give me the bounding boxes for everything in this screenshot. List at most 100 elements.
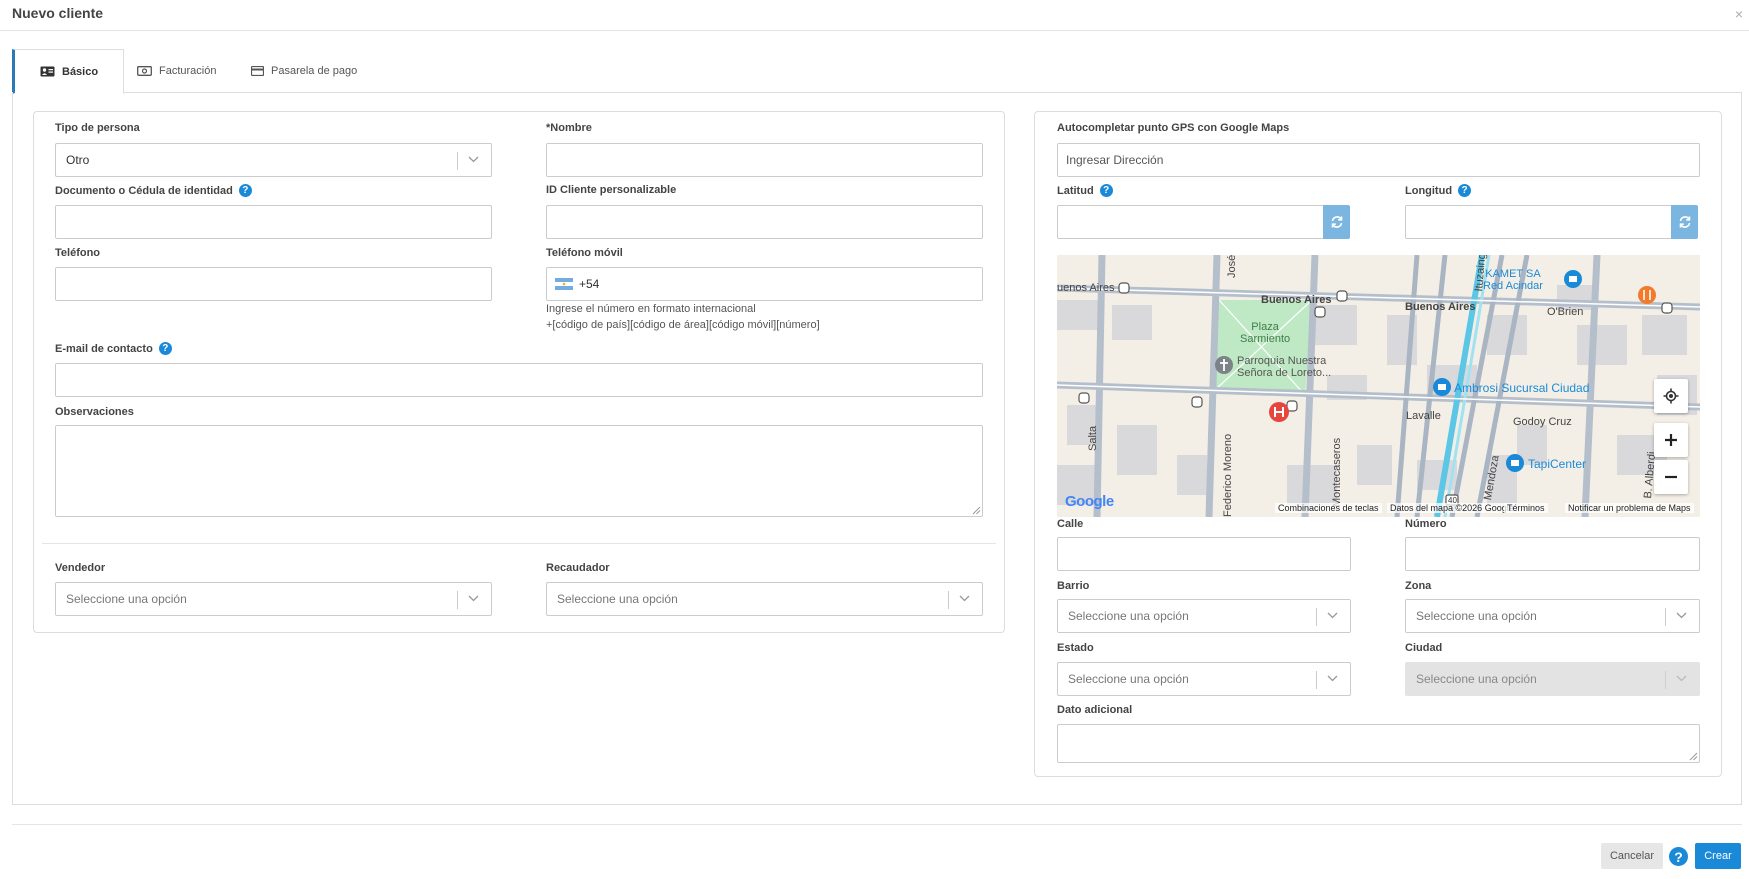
latitud-input[interactable] bbox=[1057, 205, 1325, 239]
gps-address-input[interactable]: Ingresar Dirección bbox=[1057, 143, 1700, 177]
money-icon bbox=[137, 66, 152, 76]
telefono-label: Teléfono bbox=[55, 247, 101, 259]
plus-icon bbox=[1665, 434, 1677, 446]
ciudad-select: Seleccione una opción bbox=[1405, 662, 1700, 696]
help-icon[interactable]: ? bbox=[1669, 847, 1688, 866]
barrio-label: Barrio bbox=[1057, 580, 1090, 592]
map-street-label: Godoy Cruz bbox=[1513, 416, 1572, 428]
resize-grip-icon[interactable] bbox=[1689, 752, 1698, 761]
latitud-refresh-button[interactable] bbox=[1323, 205, 1350, 239]
tab-label: Pasarela de pago bbox=[271, 65, 358, 77]
tab-basico[interactable]: Básico bbox=[12, 49, 125, 94]
id-card-icon bbox=[40, 66, 55, 77]
telefono-movil-label: Teléfono móvil bbox=[546, 247, 623, 259]
dato-adicional-textarea[interactable] bbox=[1057, 724, 1700, 763]
modal-header: Nuevo cliente × bbox=[0, 0, 1749, 31]
email-label: E-mail de contacto? bbox=[55, 342, 172, 355]
map-place-label: Parroquia Nuestra Señora de Loreto... bbox=[1237, 355, 1332, 379]
tipo-persona-label: Tipo de persona bbox=[55, 122, 140, 134]
map-data-attribution: Datos del mapa ©2026 Google bbox=[1387, 503, 1517, 513]
nombre-label: *Nombre bbox=[546, 122, 592, 134]
divider bbox=[42, 543, 996, 544]
numero-label: Número bbox=[1405, 518, 1447, 530]
my-location-button[interactable] bbox=[1654, 379, 1688, 413]
map-street-label: Buenos Aires bbox=[1261, 294, 1332, 306]
id-cliente-input[interactable] bbox=[546, 205, 983, 239]
help-icon[interactable]: ? bbox=[238, 184, 252, 197]
chevron-down-icon bbox=[1676, 675, 1687, 682]
map-street-label: Salta bbox=[1087, 425, 1099, 451]
tab-label: Facturación bbox=[159, 65, 217, 77]
chevron-down-icon bbox=[468, 156, 479, 163]
telefono-movil-hint: Ingrese el número en formato internacion… bbox=[546, 303, 820, 331]
documento-label: Documento o Cédula de identidad? bbox=[55, 184, 252, 197]
create-button[interactable]: Crear bbox=[1695, 843, 1741, 869]
credit-card-icon bbox=[251, 66, 264, 76]
recaudador-select[interactable]: Seleccione una opción bbox=[546, 582, 983, 616]
google-logo: Google bbox=[1065, 493, 1114, 510]
map-place-label: Plaza Sarmiento bbox=[1240, 321, 1291, 345]
recaudador-label: Recaudador bbox=[546, 562, 610, 574]
map-canvas[interactable] bbox=[1057, 255, 1700, 517]
help-icon[interactable]: ? bbox=[1099, 184, 1113, 197]
tab-facturacion[interactable]: Facturación bbox=[112, 49, 241, 93]
terms-link[interactable]: Términos bbox=[1504, 503, 1548, 513]
telefono-movil-input[interactable]: +54 bbox=[546, 267, 983, 301]
map-street-label: Buenos Aires bbox=[1405, 301, 1476, 313]
longitud-input[interactable] bbox=[1405, 205, 1673, 239]
map-street-label: Lavalle bbox=[1406, 410, 1441, 422]
footer-divider bbox=[12, 824, 1742, 825]
estado-select[interactable]: Seleccione una opción bbox=[1057, 662, 1351, 696]
resize-grip-icon[interactable] bbox=[972, 506, 981, 515]
dato-adicional-label: Dato adicional bbox=[1057, 704, 1133, 716]
nombre-input[interactable] bbox=[546, 143, 983, 177]
gps-label: Autocompletar punto GPS con Google Maps bbox=[1057, 122, 1290, 134]
observaciones-textarea[interactable] bbox=[55, 425, 983, 517]
latitud-label: Latitud? bbox=[1057, 184, 1113, 197]
refresh-icon bbox=[1331, 216, 1342, 228]
help-icon[interactable]: ? bbox=[1458, 184, 1472, 197]
tipo-persona-select[interactable]: Otro bbox=[55, 143, 492, 177]
estado-label: Estado bbox=[1057, 642, 1094, 654]
map-street-label: José bbox=[1226, 255, 1238, 278]
tab-pasarela-de-pago[interactable]: Pasarela de pago bbox=[226, 49, 382, 93]
minus-icon bbox=[1665, 475, 1677, 479]
chevron-down-icon bbox=[1327, 675, 1338, 682]
numero-input[interactable] bbox=[1405, 537, 1700, 571]
calle-input[interactable] bbox=[1057, 537, 1351, 571]
map-street-label: O'Brien bbox=[1547, 306, 1584, 318]
zoom-out-button[interactable] bbox=[1654, 460, 1688, 494]
cancel-button[interactable]: Cancelar bbox=[1601, 843, 1663, 869]
chevron-down-icon bbox=[959, 595, 970, 602]
telefono-input[interactable] bbox=[55, 267, 492, 301]
longitud-label: Longitud? bbox=[1405, 184, 1472, 197]
map-place-label: KAMET SA Red Acindar bbox=[1483, 268, 1543, 292]
barrio-select[interactable]: Seleccione una opción bbox=[1057, 599, 1351, 633]
report-problem-link[interactable]: Notificar un problema de Maps bbox=[1565, 503, 1694, 513]
vendedor-select[interactable]: Seleccione una opción bbox=[55, 582, 492, 616]
chevron-down-icon bbox=[1327, 612, 1338, 619]
ciudad-label: Ciudad bbox=[1405, 642, 1443, 654]
chevron-down-icon bbox=[1676, 612, 1687, 619]
modal-title: Nuevo cliente bbox=[12, 5, 104, 21]
documento-input[interactable] bbox=[55, 205, 492, 239]
help-icon[interactable]: ? bbox=[158, 342, 172, 355]
tab-label: Básico bbox=[62, 65, 99, 78]
map-street-label: uenos Aires bbox=[1057, 282, 1115, 294]
keyboard-shortcuts-link[interactable]: Combinaciones de teclas bbox=[1275, 503, 1382, 513]
observaciones-label: Observaciones bbox=[55, 406, 134, 418]
close-icon[interactable]: × bbox=[1735, 6, 1743, 22]
zona-label: Zona bbox=[1405, 580, 1432, 592]
locate-icon bbox=[1663, 388, 1679, 404]
tab-bar: Básico Facturación Pasarela de pago bbox=[12, 49, 1742, 94]
email-input[interactable] bbox=[55, 363, 983, 397]
refresh-icon bbox=[1679, 216, 1690, 228]
google-map[interactable]: uenos Aires Buenos Aires Buenos Aires O'… bbox=[1057, 255, 1700, 517]
zoom-in-button[interactable] bbox=[1654, 423, 1688, 457]
zona-select[interactable]: Seleccione una opción bbox=[1405, 599, 1700, 633]
id-cliente-label: ID Cliente personalizable bbox=[546, 184, 677, 196]
longitud-refresh-button[interactable] bbox=[1671, 205, 1698, 239]
argentina-flag-icon[interactable] bbox=[555, 278, 573, 290]
calle-label: Calle bbox=[1057, 518, 1084, 530]
map-place-label: Ambrosi Sucursal Ciudad bbox=[1454, 381, 1590, 395]
